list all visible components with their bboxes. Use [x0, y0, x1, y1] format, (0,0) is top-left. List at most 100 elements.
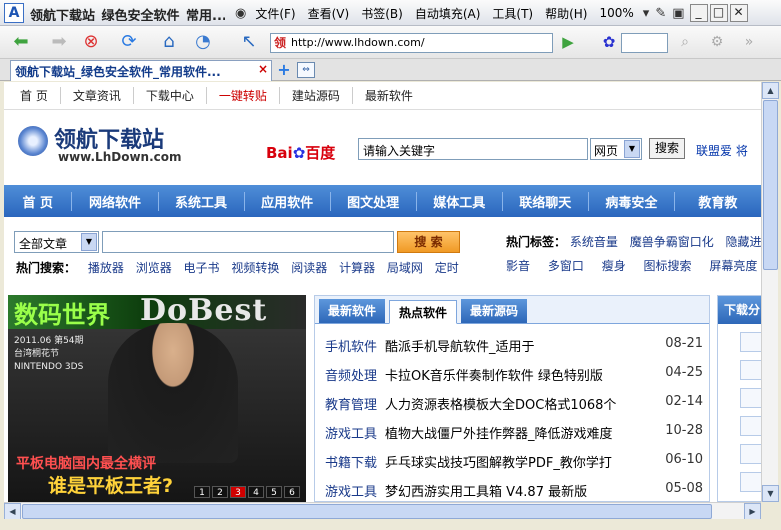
hot-search-link[interactable]: 视频转换: [231, 261, 279, 275]
stop-icon[interactable]: ⊗: [78, 30, 104, 54]
hot-search-link[interactable]: 电子书: [184, 261, 220, 275]
mainnav-network[interactable]: 网络软件: [72, 191, 159, 211]
globe-icon[interactable]: ◉: [232, 6, 249, 21]
horizontal-scrollbar[interactable]: ◀ ▶: [4, 502, 761, 520]
topnav-source[interactable]: 建站源码: [280, 87, 353, 104]
hot-search-link[interactable]: 局域网: [387, 261, 423, 275]
magazine-banner[interactable]: 数码世界 DoBest 2011.06 第54期 台湾桐花节 NINTENDO …: [8, 295, 306, 502]
vertical-scrollbar[interactable]: ▲ ▼: [761, 82, 779, 502]
list-item-category[interactable]: 书籍下载: [325, 452, 385, 481]
toolbar-search-input[interactable]: [621, 33, 668, 53]
close-button[interactable]: ✕: [729, 4, 748, 22]
list-item-category[interactable]: 游戏工具: [325, 423, 385, 452]
expand-icon[interactable]: »: [736, 30, 762, 54]
hot-search-link[interactable]: 播放器: [88, 261, 124, 275]
hot-tag-link[interactable]: 瘦身: [602, 259, 626, 273]
mainnav-chat[interactable]: 联络聊天: [503, 191, 589, 211]
tab-hot-software[interactable]: 热点软件: [389, 300, 458, 324]
topnav-repost[interactable]: 一键转贴: [207, 87, 280, 104]
site-search-button[interactable]: 搜 索: [397, 231, 460, 253]
topnav-latest[interactable]: 最新软件: [353, 87, 425, 104]
tools-icon[interactable]: ⚙: [704, 30, 730, 54]
search-type-select[interactable]: 网页 ▼: [590, 138, 642, 160]
list-item-category[interactable]: 音频处理: [325, 365, 385, 394]
mainnav-apps[interactable]: 应用软件: [245, 191, 331, 211]
scroll-left-icon[interactable]: ◀: [4, 503, 21, 520]
topnav-home[interactable]: 首 页: [8, 87, 61, 104]
hot-tag-link[interactable]: 魔兽争霸窗口化: [630, 235, 714, 249]
browser-tab[interactable]: 领航下载站_绿色安全软件_常用软件... ×: [10, 60, 272, 81]
list-item-title[interactable]: 乒乓球实战技巧图解教学PDF_教你学打: [385, 452, 643, 481]
menu-view[interactable]: 查看(V): [302, 5, 356, 22]
restore-button[interactable]: □: [709, 4, 728, 22]
scroll-right-icon[interactable]: ▶: [744, 503, 761, 520]
download-category-button[interactable]: [740, 444, 761, 464]
mainnav-media[interactable]: 媒体工具: [417, 191, 503, 211]
zoom-level[interactable]: 100%: [593, 6, 639, 20]
magnifier-icon[interactable]: ⌕: [672, 30, 698, 54]
list-item-category[interactable]: 教育管理: [325, 394, 385, 423]
banner-page-5[interactable]: 5: [266, 486, 282, 498]
menu-bookmarks[interactable]: 书签(B): [355, 5, 409, 22]
keyword-input[interactable]: [102, 231, 394, 253]
pin-icon[interactable]: ✎: [652, 6, 669, 21]
hot-tag-link[interactable]: 系统音量: [570, 235, 618, 249]
tab-latest-software[interactable]: 最新软件: [319, 299, 386, 323]
download-category-button[interactable]: [740, 416, 761, 436]
mainnav-home[interactable]: 首 页: [4, 191, 73, 211]
download-category-button[interactable]: [740, 332, 761, 352]
hot-tag-link[interactable]: 屏幕亮度: [709, 259, 757, 273]
list-item-title[interactable]: 卡拉OK音乐伴奏制作软件 绿色特别版: [385, 365, 643, 394]
banner-page-2[interactable]: 2: [212, 486, 228, 498]
download-category-button[interactable]: [740, 472, 761, 492]
hot-search-link[interactable]: 定时: [435, 261, 459, 275]
mainnav-security[interactable]: 病毒安全: [589, 191, 675, 211]
tab-latest-source[interactable]: 最新源码: [461, 299, 528, 323]
hot-tag-link[interactable]: 多窗口: [548, 259, 584, 273]
alliance-link[interactable]: 联盟爱 将: [696, 142, 748, 159]
banner-page-3[interactable]: 3: [230, 486, 246, 498]
list-item-category[interactable]: 手机软件: [325, 336, 385, 365]
home-icon[interactable]: ⌂: [156, 30, 182, 54]
refresh-icon[interactable]: ⟳: [116, 30, 142, 54]
list-item-title[interactable]: 人力资源表格模板大全DOC格式1068个: [385, 394, 643, 423]
forward-arrow-icon[interactable]: ➡: [46, 30, 72, 54]
cursor-icon[interactable]: ↖: [236, 30, 262, 54]
article-category-select[interactable]: 全部文章 ▼: [14, 231, 99, 253]
chevron-down-icon[interactable]: ▼: [81, 233, 97, 251]
mainnav-education[interactable]: 教育教: [675, 192, 761, 211]
menu-help[interactable]: 帮助(H): [539, 5, 593, 22]
menu-autofill[interactable]: 自动填充(A): [409, 5, 487, 22]
tab-close-icon[interactable]: ×: [258, 62, 268, 76]
list-item-title[interactable]: 酷派手机导航软件_适用于: [385, 336, 643, 365]
list-item-title[interactable]: 植物大战僵尸外挂作弊器_降低游戏难度: [385, 423, 643, 452]
menu-tools[interactable]: 工具(T): [486, 5, 539, 22]
download-category-button[interactable]: [740, 388, 761, 408]
site-logo[interactable]: 领航下载站 www.LhDown.com: [14, 120, 214, 168]
banner-page-6[interactable]: 6: [284, 486, 300, 498]
vertical-scroll-thumb[interactable]: [763, 100, 778, 270]
baidu-search-input[interactable]: 请输入关键字: [358, 138, 588, 160]
scroll-up-icon[interactable]: ▲: [762, 82, 779, 99]
horizontal-scroll-thumb[interactable]: [22, 504, 712, 519]
list-item-title[interactable]: 梦幻西游实用工具箱 V4.87 最新版: [385, 481, 643, 502]
skin-icon[interactable]: ▣: [669, 6, 687, 21]
list-item-category[interactable]: 游戏工具: [325, 481, 385, 502]
hot-search-link[interactable]: 浏览器: [136, 261, 172, 275]
chevron-down-icon[interactable]: ▼: [624, 140, 640, 158]
download-category-button[interactable]: [740, 360, 761, 380]
chevron-down-icon[interactable]: ▾: [640, 6, 653, 21]
mainnav-graphics[interactable]: 图文处理: [331, 191, 417, 211]
back-arrow-icon[interactable]: ⬅: [8, 30, 34, 54]
topnav-downloads[interactable]: 下载中心: [134, 87, 207, 104]
menu-file[interactable]: 文件(F): [249, 5, 301, 22]
baidu-search-button[interactable]: 搜索: [649, 138, 685, 159]
address-bar[interactable]: 领 http://www.lhdown.com/: [270, 33, 553, 53]
hot-tag-link[interactable]: 影音: [506, 259, 530, 273]
minimize-button[interactable]: _: [689, 4, 708, 22]
hot-tag-link[interactable]: 隐藏进: [726, 235, 761, 249]
history-icon[interactable]: ◔: [190, 30, 216, 54]
mainnav-system[interactable]: 系统工具: [159, 191, 245, 211]
baidu-paw-icon[interactable]: ✿: [596, 30, 622, 54]
go-icon[interactable]: ▶: [555, 30, 581, 54]
